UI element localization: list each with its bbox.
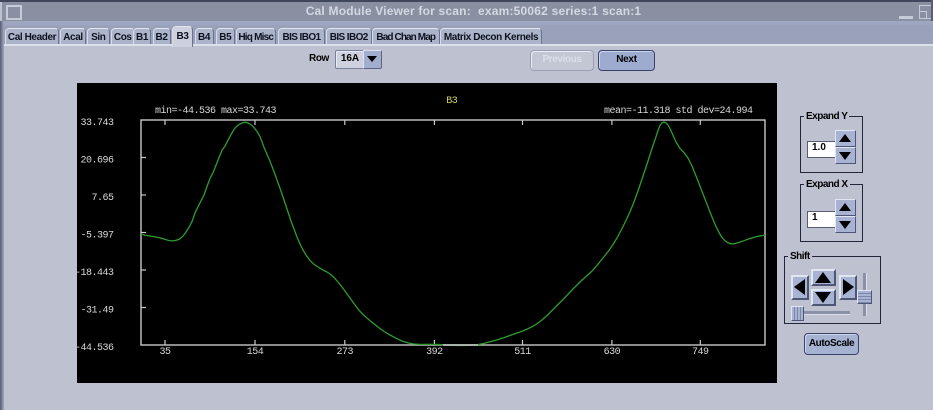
svg-text:154: 154 [247,347,264,358]
svg-text:392: 392 [426,347,443,358]
svg-text:min=-44.536 max=33.743: min=-44.536 max=33.743 [155,105,277,117]
svg-text:20.696: 20.696 [80,156,114,167]
svg-text:749: 749 [692,347,709,358]
svg-text:B3: B3 [446,96,458,107]
svg-text:7.65: 7.65 [91,193,114,204]
svg-text:mean=-11.318 std dev=24.994: mean=-11.318 std dev=24.994 [604,105,753,117]
svg-text:33.743: 33.743 [80,118,114,129]
svg-text:-18.443: -18.443 [77,268,114,279]
svg-text:35: 35 [159,347,171,358]
svg-text:273: 273 [337,347,354,358]
svg-text:630: 630 [604,347,621,358]
svg-text:-31.49: -31.49 [80,306,114,317]
svg-text:-44.536: -44.536 [77,343,114,354]
svg-text:-5.397: -5.397 [80,231,114,242]
svg-text:511: 511 [514,347,531,358]
